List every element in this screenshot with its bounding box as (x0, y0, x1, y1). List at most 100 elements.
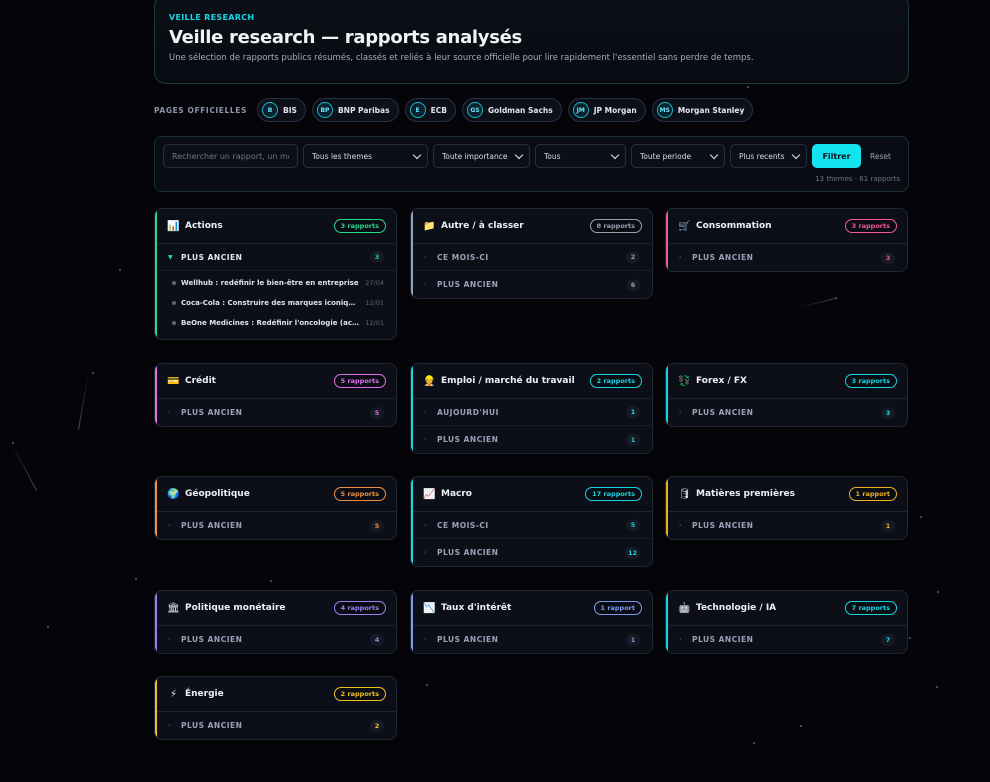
card-header[interactable]: 🛢 Matières premières 1 rapport (666, 477, 907, 512)
section-count: 3 (370, 251, 384, 263)
chevron-right-icon: › (424, 253, 427, 261)
section-label: PLUS ANCIEN (437, 635, 499, 644)
section-toggle[interactable]: › CE MOIS-CI 2 (411, 244, 652, 271)
card-header[interactable]: 👷 Emploi / marché du travail 2 rapports (411, 364, 652, 399)
page-chip-jp-morgan[interactable]: JM JP Morgan (567, 98, 646, 122)
card-title: Technologie / IA (696, 603, 777, 613)
importance-select[interactable]: Toute importance (433, 144, 530, 168)
card-title: Géopolitique (185, 489, 250, 499)
section-count: 3 (881, 406, 895, 419)
chevron-right-icon: › (679, 409, 682, 416)
section-count: 1 (626, 406, 640, 418)
trend-down-icon: 📉 (423, 602, 436, 614)
chevron-right-icon: › (168, 722, 171, 729)
header-eyebrow: VEILLE RESEARCH (169, 13, 255, 22)
section-toggle[interactable]: › PLUS ANCIEN 6 (411, 271, 652, 298)
card-header[interactable]: ⚡ Énergie 2 rapports (155, 677, 396, 712)
report-count-badge: 2 rapports (589, 374, 642, 388)
theme-card-autre-a-classer: 📁 Autre / à classer 8 rapports › CE MOIS… (410, 208, 653, 299)
chevron-right-icon: › (424, 436, 427, 443)
card-title: Matières premières (696, 489, 796, 499)
page-chip-bnp-paribas[interactable]: BP BNP Paribas (311, 98, 399, 122)
report-date: 27/04 (365, 279, 384, 287)
section-toggle[interactable]: › PLUS ANCIEN 2 (155, 712, 396, 739)
section-toggle[interactable]: › PLUS ANCIEN 5 (155, 399, 396, 426)
section-count: 1 (626, 433, 640, 446)
section-count: 5 (370, 519, 384, 532)
section-toggle[interactable]: › AUJOURD'HUI 1 (411, 399, 652, 426)
section-label: PLUS ANCIEN (181, 521, 243, 530)
card-title: Autre / à classer (441, 221, 524, 231)
card-header[interactable]: 🤖 Technologie / IA 7 rapports (666, 591, 907, 626)
section-count: 4 (370, 633, 384, 646)
report-item[interactable]: BeOne Medicines : Redéfinir l'oncologie … (172, 313, 384, 333)
official-pages: PAGES OFFICIELLES B BIS BP BNP Paribas E… (154, 98, 754, 122)
bullet-icon (172, 301, 176, 305)
theme-select[interactable]: Tous les themes (303, 144, 428, 168)
card-header[interactable]: 🛒 Consommation 3 rapports (666, 209, 907, 244)
section-toggle[interactable]: › PLUS ANCIEN 4 (155, 626, 396, 653)
card-header[interactable]: 📁 Autre / à classer 8 rapports (411, 209, 652, 244)
type-select[interactable]: Tous (535, 144, 626, 168)
report-count-badge: 17 rapports (585, 487, 642, 501)
bullet-icon (172, 281, 176, 285)
sort-select[interactable]: Plus recents (730, 144, 807, 168)
theme-card-macro: 📈 Macro 17 rapports › CE MOIS-CI 5 › PLU… (410, 476, 653, 567)
card-header[interactable]: 🏛 Politique monétaire 4 rapports (155, 591, 396, 626)
section-toggle[interactable]: › PLUS ANCIEN 3 (666, 244, 907, 271)
page-chip-bis[interactable]: B BIS (257, 98, 306, 122)
chevron-right-icon: › (679, 522, 682, 529)
section-toggle[interactable]: › PLUS ANCIEN 5 (155, 512, 396, 539)
chip-label: Morgan Stanley (677, 105, 745, 115)
theme-card-forex-fx: 💱 Forex / FX 3 rapports › PLUS ANCIEN 3 (665, 363, 908, 427)
card-header[interactable]: 📊 Actions 3 rapports (155, 209, 396, 244)
section-toggle[interactable]: › PLUS ANCIEN 3 (666, 399, 907, 426)
line-chart-icon: 📈 (423, 488, 436, 500)
reset-button[interactable]: Reset (870, 152, 891, 161)
report-count-badge: 3 rapports (844, 219, 897, 233)
card-title: Macro (441, 489, 472, 499)
section-toggle[interactable]: › CE MOIS-CI 5 (411, 512, 652, 539)
filter-button[interactable]: Filtrer (812, 144, 861, 168)
theme-card-credit: 💳 Crédit 5 rapports › PLUS ANCIEN 5 (154, 363, 397, 427)
section-toggle[interactable]: › PLUS ANCIEN 1 (411, 426, 652, 453)
robot-icon: 🤖 (678, 602, 691, 614)
report-item[interactable]: Wellhub : redéfinir le bien-être en entr… (172, 273, 384, 293)
theme-card-geopolitique: 🌍 Géopolitique 5 rapports › PLUS ANCIEN … (154, 476, 397, 540)
report-title[interactable]: Coca-Cola : Construire des marques iconi… (181, 299, 359, 307)
search-input[interactable] (163, 144, 298, 168)
report-count-badge: 5 rapports (333, 487, 386, 501)
chip-label: BIS (283, 105, 297, 115)
section-count: 12 (624, 546, 640, 559)
section-toggle[interactable]: › PLUS ANCIEN 1 (411, 626, 652, 653)
section-toggle[interactable]: › PLUS ANCIEN 12 (411, 539, 652, 566)
chip-badge: GS (466, 102, 483, 118)
card-header[interactable]: 📈 Macro 17 rapports (411, 477, 652, 512)
chip-badge: MS (656, 102, 673, 118)
section-count: 6 (626, 278, 640, 291)
period-select[interactable]: Toute periode (631, 144, 725, 168)
report-title[interactable]: Wellhub : redéfinir le bien-être en entr… (181, 279, 359, 287)
report-item[interactable]: Coca-Cola : Construire des marques iconi… (172, 293, 384, 313)
theme-card-politique-monetaire: 🏛 Politique monétaire 4 rapports › PLUS … (154, 590, 397, 654)
card-header[interactable]: 💳 Crédit 5 rapports (155, 364, 396, 399)
section-toggle[interactable]: › PLUS ANCIEN 7 (666, 626, 907, 653)
section-toggle[interactable]: ▼ PLUS ANCIEN 3 (155, 244, 396, 271)
card-title: Énergie (185, 689, 224, 699)
page-chip-morgan-stanley[interactable]: MS Morgan Stanley (651, 98, 754, 122)
section-toggle[interactable]: › PLUS ANCIEN 1 (666, 512, 907, 539)
folder-icon: 📁 (423, 220, 436, 232)
card-header[interactable]: 🌍 Géopolitique 5 rapports (155, 477, 396, 512)
report-title[interactable]: BeOne Medicines : Redéfinir l'oncologie … (181, 319, 359, 327)
page-chip-goldman-sachs[interactable]: GS Goldman Sachs (461, 98, 562, 122)
section-label: PLUS ANCIEN (437, 548, 499, 557)
card-header[interactable]: 💱 Forex / FX 3 rapports (666, 364, 907, 399)
chip-label: BNP Paribas (337, 105, 390, 115)
card-title: Politique monétaire (185, 603, 286, 613)
report-count-badge: 1 rapport (593, 601, 642, 615)
chip-label: JP Morgan (593, 105, 637, 115)
report-count-badge: 1 rapport (848, 487, 897, 501)
card-header[interactable]: 📉 Taux d'intérêt 1 rapport (411, 591, 652, 626)
page-header: VEILLE RESEARCH Veille research — rappor… (154, 0, 909, 84)
page-chip-ecb[interactable]: E ECB (404, 98, 456, 122)
